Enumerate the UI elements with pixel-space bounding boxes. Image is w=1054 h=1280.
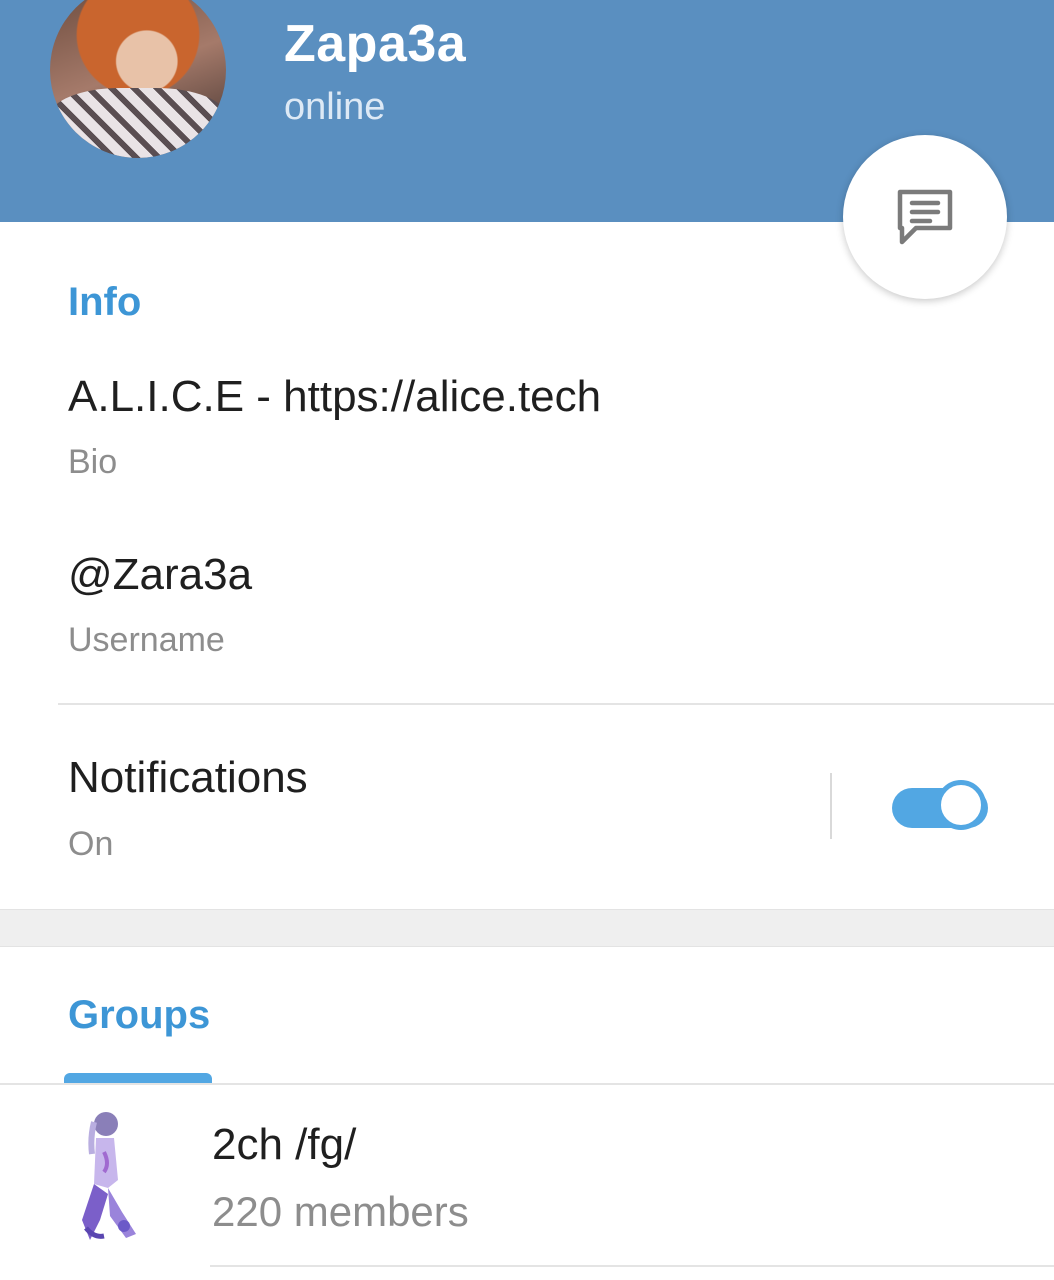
groups-divider <box>0 1083 1054 1085</box>
section-gap <box>0 909 1054 947</box>
profile-avatar[interactable] <box>50 0 226 158</box>
bio-value[interactable]: A.L.I.C.E - https://alice.tech <box>68 372 601 422</box>
notifications-title: Notifications <box>68 753 308 802</box>
profile-name: Zapa3a <box>284 15 467 73</box>
group-name: 2ch /fg/ <box>212 1120 357 1169</box>
username-label: Username <box>68 621 225 659</box>
groups-section-title[interactable]: Groups <box>68 993 210 1038</box>
group-members: 220 members <box>212 1188 469 1235</box>
toggle-knob <box>936 780 986 830</box>
bio-label: Bio <box>68 443 118 481</box>
avatar-hood-graphic <box>50 88 226 158</box>
notifications-toggle[interactable] <box>892 778 994 838</box>
send-message-button[interactable] <box>843 135 1007 299</box>
notifications-state: On <box>68 825 114 863</box>
message-icon <box>897 189 953 245</box>
vertical-separator <box>830 773 832 839</box>
group-item-divider <box>210 1265 1054 1267</box>
info-divider <box>58 703 1054 705</box>
info-section-title: Info <box>68 280 142 324</box>
username-value[interactable]: @Zara3a <box>68 550 252 600</box>
profile-status: online <box>284 86 386 128</box>
group-avatar <box>82 1112 136 1240</box>
